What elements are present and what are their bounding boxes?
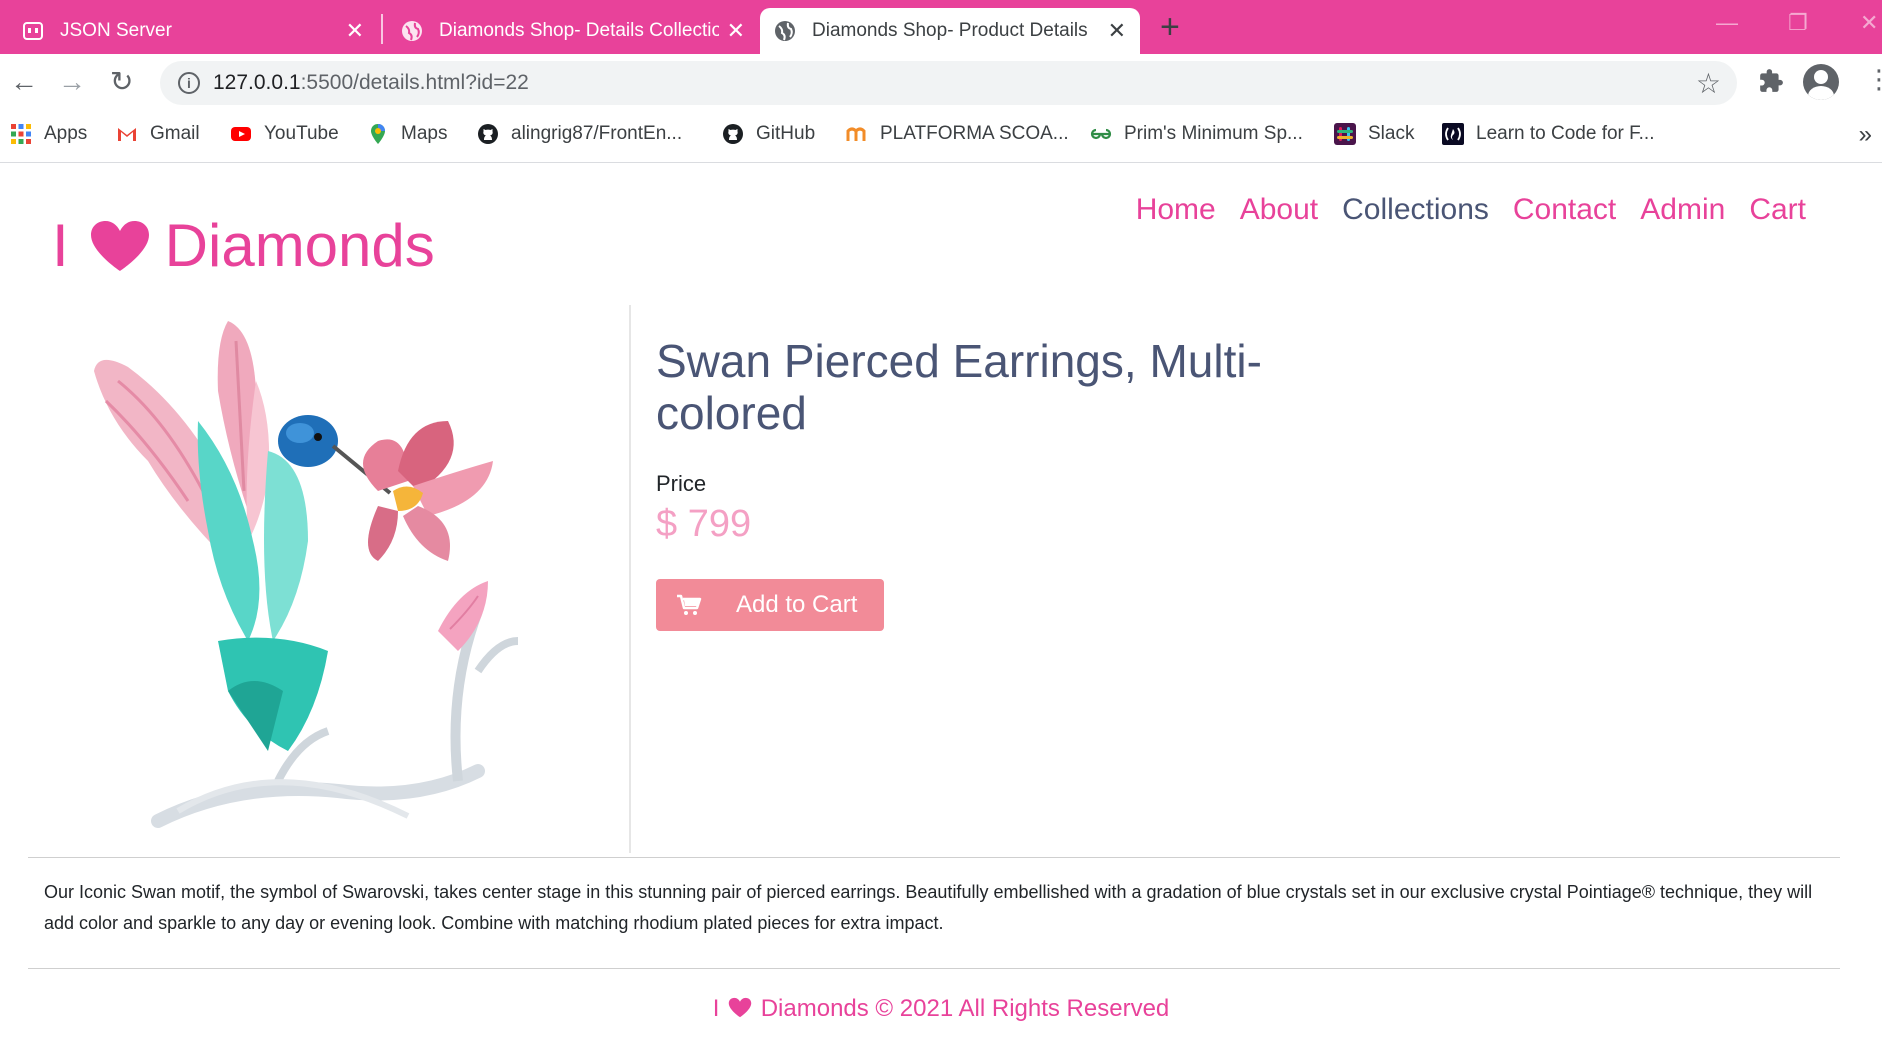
tab-title: Diamonds Shop- Product Details [812,20,1088,41]
footer-prefix: I [712,995,720,1022]
add-to-cart-label: Add to Cart [736,591,858,618]
vertical-divider [629,305,631,853]
profile-avatar-icon[interactable] [1803,64,1839,100]
maps-icon [371,124,385,144]
browser-toolbar: ← → ↻ i 127.0.0.1:5500/details.html?id=2… [0,54,1882,111]
nav-home[interactable]: Home [1136,193,1216,227]
address-bar[interactable]: i 127.0.0.1:5500/details.html?id=22 ☆ [160,61,1737,105]
gmail-icon [118,128,136,141]
heart-icon [728,997,752,1018]
bookmark-label: PLATFORMA SCOA... [880,123,1069,144]
json-server-icon [23,22,43,40]
nav-cart[interactable]: Cart [1749,193,1806,227]
minimize-icon[interactable]: — [1716,10,1738,36]
footer-text: Diamonds © 2021 All Rights Reserved [760,995,1170,1022]
window-close-icon[interactable]: ✕ [1860,10,1878,36]
bookmark-apps[interactable]: Apps [10,123,87,145]
tab-title: JSON Server [60,20,172,41]
globe-icon [402,21,422,41]
divider [28,968,1840,969]
apps-grid-icon [11,124,31,144]
tab-details-collection[interactable]: Diamonds Shop- Details Collection ✕ [387,8,759,54]
bookmark-slack[interactable]: Slack [1334,123,1414,145]
globe-icon [775,21,795,41]
page-content: I Diamonds Home About Collections Contac… [0,163,1882,1037]
site-navigation: Home About Collections Contact Admin Car… [1112,193,1806,227]
slack-icon [1334,123,1356,145]
tab-product-details[interactable]: Diamonds Shop- Product Details ✕ [760,8,1140,54]
nav-contact[interactable]: Contact [1513,193,1616,227]
bookmarks-bar: Apps Gmail YouTube Maps alingrig87/Front… [0,111,1882,163]
nav-admin[interactable]: Admin [1640,193,1725,227]
more-menu-icon[interactable]: ⋮ [1866,66,1882,92]
freecodecamp-icon [1442,123,1464,145]
nav-collections[interactable]: Collections [1342,193,1489,227]
bookmark-label: GitHub [756,123,816,144]
add-to-cart-button[interactable]: Add to Cart [656,579,884,631]
close-icon[interactable]: ✕ [346,20,364,42]
bookmark-label: Prim's Minimum Sp... [1124,123,1303,144]
new-tab-button[interactable]: + [1160,10,1180,44]
price-value: $ 799 [656,503,752,545]
footer: I Diamonds © 2021 All Rights Reserved [0,995,1882,1023]
url-text[interactable]: 127.0.0.1:5500/details.html?id=22 [213,71,529,95]
bookmark-label: Slack [1368,123,1415,144]
extensions-puzzle-icon[interactable] [1758,68,1784,94]
bookmark-prims[interactable]: Prim's Minimum Sp... [1090,123,1303,145]
bookmark-maps[interactable]: Maps [367,123,447,145]
close-icon[interactable]: ✕ [727,20,745,42]
product-title: Swan Pierced Earrings, Multi-colored [656,335,1262,439]
product-description: Our Iconic Swan motif, the symbol of Swa… [44,882,1813,933]
bookmark-label: Gmail [150,123,200,144]
close-icon[interactable]: ✕ [1108,20,1126,42]
heart-icon [90,220,149,271]
shopping-cart-icon [677,594,702,615]
price-label: Price [656,471,707,496]
bookmark-label: Apps [44,123,88,144]
bookmark-platforma[interactable]: PLATFORMA SCOA... [846,123,1069,145]
bookmark-star-icon[interactable]: ☆ [1696,67,1721,100]
bookmark-label: Maps [401,123,448,144]
site-logo[interactable]: I Diamonds [52,211,435,280]
youtube-icon [231,127,251,141]
logo-prefix: I [52,212,69,279]
bookmark-github[interactable]: GitHub [722,123,815,145]
product-image [94,321,519,828]
bookmark-youtube[interactable]: YouTube [230,123,339,145]
forward-arrow-icon[interactable]: → [58,68,86,96]
tab-strip: JSON Server ✕ Diamonds Shop- Details Col… [0,0,1882,54]
bookmark-label: Learn to Code for F... [1476,123,1655,144]
divider [28,857,1840,858]
geeksforgeeks-icon [1090,128,1112,140]
logo-text: Diamonds [164,212,435,279]
restore-icon[interactable]: ❐ [1788,10,1808,36]
github-icon [478,124,498,144]
github-icon [723,124,743,144]
platforma-icon [846,127,866,141]
bookmark-freecodecamp[interactable]: Learn to Code for F... [1442,123,1655,145]
info-icon[interactable]: i [178,72,200,94]
bookmark-alingrig87[interactable]: alingrig87/FrontEn... [477,123,682,145]
nav-about[interactable]: About [1240,193,1318,227]
back-arrow-icon[interactable]: ← [10,68,38,96]
bookmarks-overflow-button[interactable]: » [1859,121,1872,149]
tab-json-server[interactable]: JSON Server ✕ [8,8,378,54]
reload-icon[interactable]: ↻ [110,68,133,96]
bookmark-label: YouTube [264,123,339,144]
tab-separator [381,14,383,44]
tab-title: Diamonds Shop- Details Collection [439,20,719,41]
bookmark-gmail[interactable]: Gmail [116,123,200,145]
bookmark-label: alingrig87/FrontEn... [511,123,683,144]
